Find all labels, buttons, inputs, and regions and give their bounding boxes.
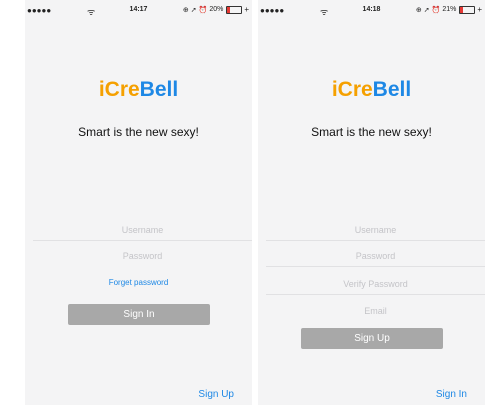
sign-up-screen: ●●●●● ᯤ 14:18 ⊕ ➚ ⏰ 21% + iCreBell Smart…	[258, 0, 485, 405]
charging-icon: +	[477, 5, 482, 14]
forget-password-link[interactable]: Forget password	[25, 278, 252, 287]
password-field	[33, 246, 252, 266]
sign-up-button[interactable]: Sign Up	[301, 328, 443, 349]
location-icon: ➚	[190, 6, 197, 14]
username-field	[266, 220, 485, 241]
username-field	[33, 220, 252, 241]
verify-password-field	[266, 274, 485, 295]
alarm-icon: ⏰	[431, 6, 441, 14]
email-input[interactable]	[266, 301, 485, 321]
status-right-icons: ⊕ ➚ ⏰ 21% +	[416, 5, 482, 14]
status-bar: ●●●●● ᯤ 14:17 ⊕ ➚ ⏰ 20% +	[25, 0, 252, 20]
app-logo: iCreBell	[98, 78, 179, 101]
lock-rotation-icon: ⊕	[415, 6, 422, 14]
sign-up-link[interactable]: Sign Up	[198, 389, 234, 400]
status-bar: ●●●●● ᯤ 14:18 ⊕ ➚ ⏰ 21% +	[258, 0, 485, 20]
alarm-icon: ⏰	[198, 6, 208, 14]
tagline: Smart is the new sexy!	[311, 125, 432, 139]
username-input[interactable]	[266, 220, 485, 240]
password-input[interactable]	[266, 246, 485, 266]
status-right-icons: ⊕ ➚ ⏰ 20% +	[183, 5, 249, 14]
password-field	[266, 246, 485, 267]
battery-icon	[226, 5, 243, 14]
username-input[interactable]	[33, 220, 252, 240]
battery-icon	[459, 5, 476, 14]
sign-in-link[interactable]: Sign In	[436, 389, 467, 400]
lock-rotation-icon: ⊕	[182, 6, 189, 14]
verify-password-input[interactable]	[266, 274, 485, 294]
tagline: Smart is the new sexy!	[78, 125, 199, 139]
app-logo: iCreBell	[331, 78, 412, 101]
battery-percent: 20%	[209, 6, 224, 13]
sign-in-button[interactable]: Sign In	[68, 304, 210, 325]
battery-percent: 21%	[442, 6, 457, 13]
location-icon: ➚	[423, 6, 430, 14]
sign-in-screen: ●●●●● ᯤ 14:17 ⊕ ➚ ⏰ 20% + iCreBell Smart…	[25, 0, 252, 405]
email-field	[266, 301, 485, 321]
charging-icon: +	[244, 5, 249, 14]
password-input[interactable]	[33, 246, 252, 266]
